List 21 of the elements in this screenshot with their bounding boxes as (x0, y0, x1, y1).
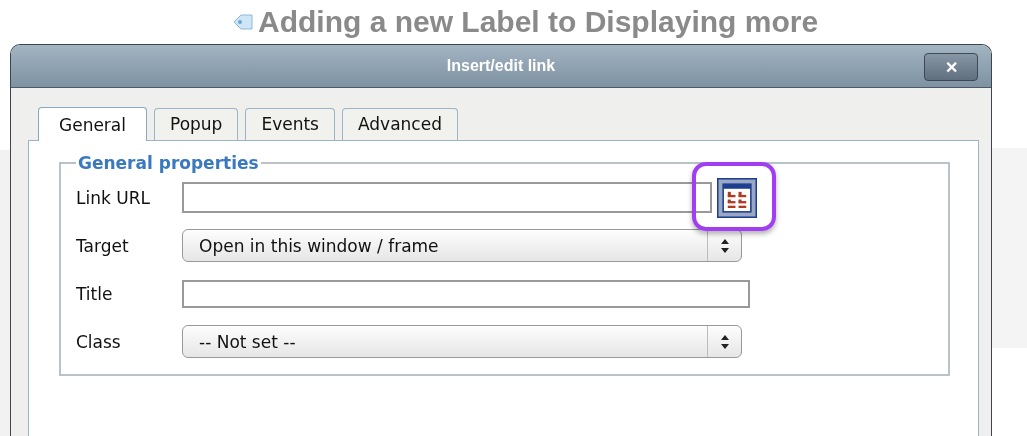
field-label: Class (76, 331, 122, 352)
list-window-icon (715, 177, 759, 218)
tag-icon (232, 13, 254, 31)
dropdown[interactable]: Open in this window / frame (182, 229, 742, 262)
dropdown[interactable]: -- Not set -- (182, 325, 742, 358)
tab[interactable]: Events (245, 108, 335, 140)
close-button[interactable]: ✕ (924, 53, 978, 81)
text-field[interactable] (182, 182, 712, 213)
page-heading: Adding a new Label to Displaying more (258, 5, 819, 39)
up-down-arrows-icon (720, 334, 729, 349)
text-field[interactable] (182, 279, 750, 308)
tab[interactable]: Popup (154, 108, 239, 140)
tab[interactable]: Advanced (341, 108, 458, 140)
up-down-arrows-icon (720, 238, 729, 253)
field-label: Target (76, 235, 130, 256)
tab[interactable]: General (38, 107, 147, 141)
group-legend: General properties (76, 153, 261, 173)
browse-button[interactable] (715, 177, 759, 218)
dialog-title: Insert/edit link (446, 57, 556, 75)
field-label: Link URL (76, 187, 151, 208)
field-label: Title (76, 283, 114, 304)
